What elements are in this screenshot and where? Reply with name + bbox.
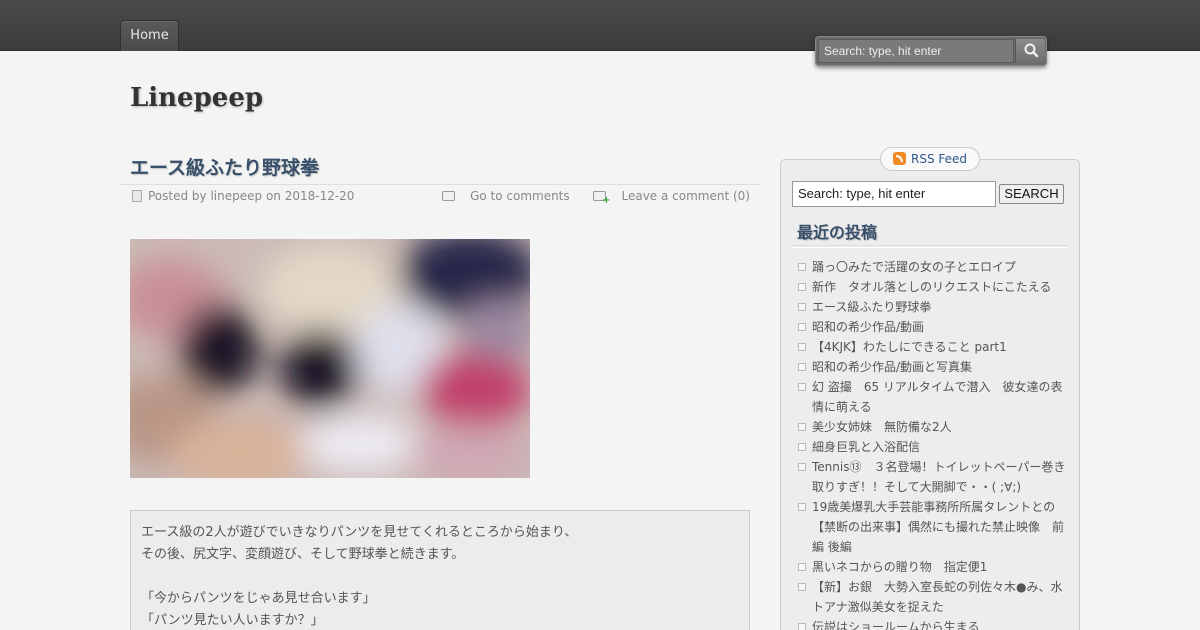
post-body-line [141, 566, 739, 588]
comment-bubble-icon [442, 191, 456, 201]
recent-post-link[interactable]: 【4KJK】わたしにできること part1 [797, 337, 1067, 357]
widget-divider [792, 245, 1068, 248]
rss-icon [892, 152, 906, 165]
go-to-comments-link[interactable]: Go to comments [432, 189, 570, 203]
recent-post-link[interactable]: 美少女姉妹 無防備な2人 [797, 417, 1067, 437]
post-body-line: エース級の2人が遊びでいきなりパンツを見せてくれるところから始まり、 [141, 525, 578, 540]
recent-post-link[interactable]: 新作 タオル落としのリクエストにこたえる [797, 277, 1067, 297]
nav-home-tab[interactable]: Home [120, 20, 179, 51]
sidebar-search-input[interactable]: Search: type, hit enter [792, 181, 996, 207]
recent-post-link[interactable]: 昭和の希少作品/動画と写真集 [797, 357, 1067, 377]
site-title[interactable]: Linepeep [130, 83, 263, 113]
recent-posts-list: 踊っ〇みたで活躍の女の子とエロイプ 新作 タオル落としのリクエストにこたえる エ… [797, 257, 1067, 630]
recent-post-link[interactable]: 細身巨乳と入浴配信 [797, 437, 1067, 457]
post-title[interactable]: エース級ふたり野球拳 [130, 153, 319, 180]
sidebar-search-button[interactable]: SEARCH [999, 184, 1064, 204]
recent-post-link[interactable]: 昭和の希少作品/動画 [797, 317, 1067, 337]
recent-post-link[interactable]: Tennis⑬ ３名登場！トイレットペーパー巻き取りすぎ！！そして大開脚で・・(… [797, 457, 1067, 497]
post-byline: Posted by linepeep on 2018-12-20 [132, 189, 354, 203]
post-date: 2018-12-20 [284, 189, 355, 203]
posted-by-prefix: Posted by [148, 189, 211, 203]
post-thumbnail-image[interactable] [130, 239, 530, 478]
post-meta-bar: Posted by linepeep on 2018-12-20 Go to c… [120, 184, 760, 208]
recent-post-link[interactable]: 19歳美爆乳大手芸能事務所所属タレントとの【禁断の出来事】偶然にも撮れた禁止映像… [797, 497, 1067, 557]
blurred-photo [130, 239, 530, 478]
leave-comment-link[interactable]: Leave a comment (0) [583, 189, 750, 206]
recent-post-link[interactable]: 幻 盗撮 65 リアルタイムで潜入 彼女達の表情に萌える [797, 377, 1067, 417]
rss-feed-label: RSS Feed [910, 152, 967, 166]
post-body-line: 「今からパンツをじゃあ見せ合います」 [141, 591, 376, 606]
document-icon [132, 190, 142, 202]
recent-post-link[interactable]: 【新】お銀 大勢入室長蛇の列佐々木●み、水トアナ激似美女を捉えた [797, 577, 1067, 617]
rss-feed-link[interactable]: RSS Feed [880, 147, 980, 171]
go-to-comments-label: Go to comments [470, 189, 570, 203]
leave-comment-label: Leave a comment (0) [621, 189, 750, 203]
recent-post-link[interactable]: 伝説はショールームから生まる [797, 617, 1067, 630]
header-search-button[interactable] [1015, 39, 1045, 63]
magnifier-icon [1024, 43, 1039, 58]
post-body-line: その後、尻文字、変顔遊び、そして野球拳と続きます。 [141, 547, 465, 562]
recent-post-link[interactable]: 踊っ〇みたで活躍の女の子とエロイプ [797, 257, 1067, 277]
header-search-input[interactable]: Search: type, hit enter [818, 39, 1014, 63]
post-body-line: 「パンツ見たい人いますか？」 [141, 613, 324, 628]
post-content: エース級の2人が遊びでいきなりパンツを見せてくれるところから始まり、 その後、尻… [130, 510, 750, 630]
recent-posts-heading: 最近の投稿 [797, 223, 878, 242]
recent-post-link[interactable]: エース級ふたり野球拳 [797, 297, 1067, 317]
add-comment-icon [593, 191, 610, 206]
post-author-link[interactable]: linepeep [210, 189, 262, 203]
header-search-box: Search: type, hit enter [815, 36, 1047, 66]
date-prefix: on [262, 189, 285, 203]
post-comment-links: Go to comments Leave a comment (0) [422, 189, 750, 206]
recent-post-link[interactable]: 黒いネコからの贈り物 指定便1 [797, 557, 1067, 577]
